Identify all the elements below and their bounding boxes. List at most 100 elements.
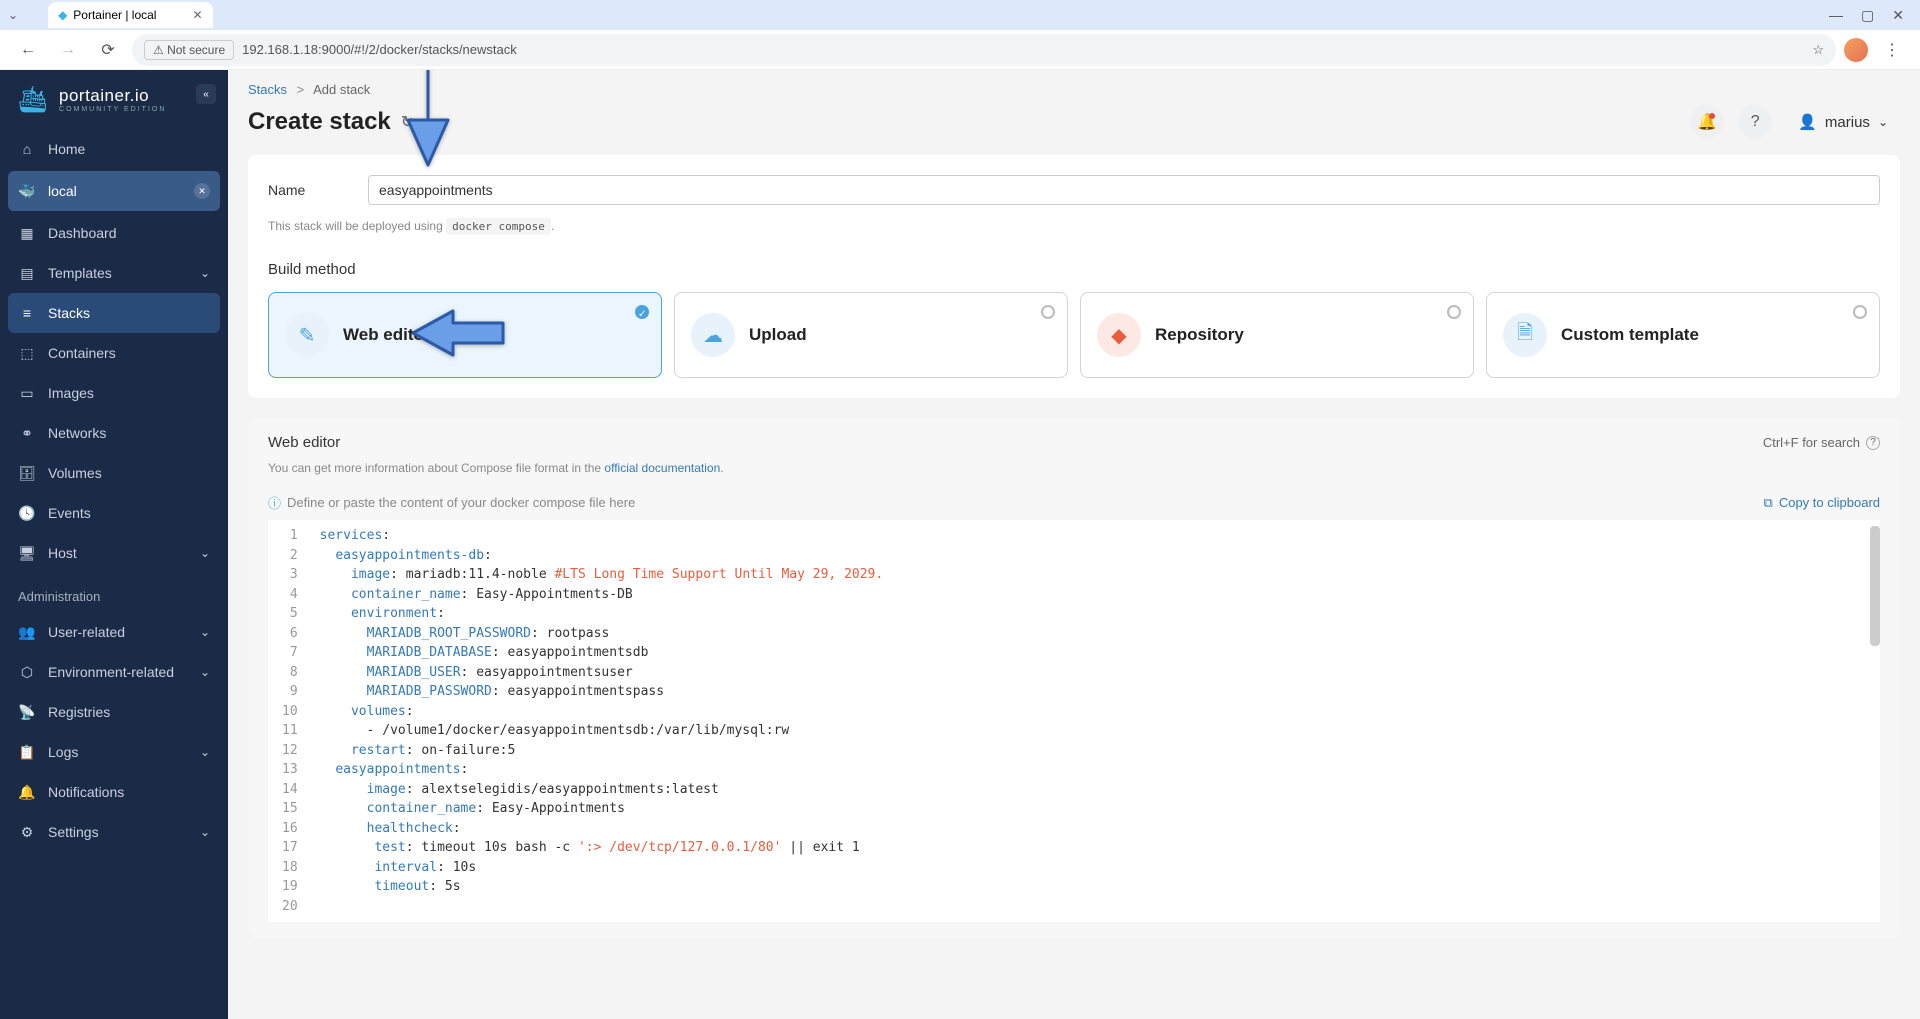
browser-chrome: ⌄ ◆ Portainer | local ✕ — ▢ ✕ xyxy=(0,0,1920,30)
sidebar-item-label: Home xyxy=(48,141,85,157)
sidebar-item-label: Registries xyxy=(48,704,110,720)
home-icon: ⌂ xyxy=(18,141,36,157)
settings-icon: ⚙ xyxy=(18,824,36,841)
sidebar-item-registries[interactable]: 📡 Registries xyxy=(0,692,228,732)
sidebar-item-user-related[interactable]: 👥User-related⌄ xyxy=(0,612,228,652)
build-method-custom-template[interactable]: 🗎 Custom template xyxy=(1486,292,1880,378)
browser-toolbar: ← → ⟳ ⚠ Not secure 192.168.1.18:9000/#!/… xyxy=(0,30,1920,70)
chevron-down-icon: ⌄ xyxy=(200,825,210,839)
not-secure-badge[interactable]: ⚠ Not secure xyxy=(144,40,234,60)
sidebar-item-label: Notifications xyxy=(48,784,124,800)
env-icon: ⬡ xyxy=(18,664,36,681)
sidebar-item-label: Host xyxy=(48,545,77,561)
sidebar-item-settings[interactable]: ⚙ Settings ⌄ xyxy=(0,812,228,852)
method-label: Custom template xyxy=(1561,325,1699,345)
code-content[interactable]: services: easyappointments-db: image: ma… xyxy=(312,520,1880,922)
template-icon: 🗎 xyxy=(1503,313,1547,357)
sidebar-item-label: Settings xyxy=(48,824,99,840)
help-icon: ? xyxy=(1751,113,1760,131)
images-icon: ▭ xyxy=(18,385,36,402)
sidebar-item-volumes[interactable]: 🗄Volumes xyxy=(0,453,228,493)
notifications-button[interactable]: 🔔 xyxy=(1690,105,1724,139)
registries-icon: 📡 xyxy=(18,704,36,721)
sidebar-item-label: Dashboard xyxy=(48,225,117,241)
url-bar[interactable]: ⚠ Not secure 192.168.1.18:9000/#!/2/dock… xyxy=(132,34,1836,66)
window-minimize-icon[interactable]: — xyxy=(1829,7,1843,24)
sidebar-item-label: Networks xyxy=(48,425,106,441)
reload-button[interactable]: ⟳ xyxy=(92,34,124,66)
window-maximize-icon[interactable]: ▢ xyxy=(1861,7,1874,24)
tab-dropdown-icon[interactable]: ⌄ xyxy=(8,8,18,22)
breadcrumb-root[interactable]: Stacks xyxy=(248,82,287,97)
sidebar-item-dashboard[interactable]: ▦Dashboard xyxy=(0,213,228,253)
official-docs-link[interactable]: official documentation xyxy=(604,461,720,475)
networks-icon: ⚭ xyxy=(18,425,36,442)
templates-icon: ▤ xyxy=(18,265,36,282)
radio-indicator xyxy=(1041,305,1055,319)
sidebar-item-label: Images xyxy=(48,385,94,401)
radio-indicator xyxy=(1447,305,1461,319)
sidebar-item-environment-related[interactable]: ⬡Environment-related⌄ xyxy=(0,652,228,692)
copy-to-clipboard-button[interactable]: ⧉ Copy to clipboard xyxy=(1764,495,1880,511)
help-button[interactable]: ? xyxy=(1738,105,1772,139)
bookmark-star-icon[interactable]: ☆ xyxy=(1812,42,1824,58)
breadcrumb-current: Add stack xyxy=(313,82,370,97)
copy-icon: ⧉ xyxy=(1764,495,1773,511)
code-editor[interactable]: 1234567891011121314151617181920 services… xyxy=(268,520,1880,922)
radio-indicator xyxy=(1853,305,1867,319)
sidebar-item-notifications[interactable]: 🔔Notifications xyxy=(0,772,228,812)
url-text: 192.168.1.18:9000/#!/2/docker/stacks/new… xyxy=(242,42,517,57)
sidebar-item-templates[interactable]: ▤Templates⌄ xyxy=(0,253,228,293)
portainer-favicon-icon: ◆ xyxy=(58,8,67,22)
volumes-icon: 🗄 xyxy=(18,465,36,482)
upload-icon: ☁ xyxy=(691,313,735,357)
user-icon: 👥 xyxy=(18,624,36,641)
browser-tab[interactable]: ◆ Portainer | local ✕ xyxy=(48,2,212,28)
web-editor-panel: Web editor Ctrl+F for search ? You can g… xyxy=(248,418,1900,938)
browser-menu-icon[interactable]: ⋮ xyxy=(1876,40,1908,60)
editor-scrollbar[interactable] xyxy=(1870,526,1880,646)
sidebar-item-images[interactable]: ▭ Images xyxy=(0,373,228,413)
sidebar-item-label: Environment-related xyxy=(48,664,174,680)
containers-icon: ⬚ xyxy=(18,345,36,362)
git-icon: ◆ xyxy=(1097,313,1141,357)
breadcrumb: Stacks > Add stack xyxy=(248,82,1900,97)
annotation-arrow-name-field xyxy=(393,70,463,180)
docker-icon: 🐳 xyxy=(18,183,36,200)
chevron-down-icon: ⌄ xyxy=(200,546,210,560)
sidebar-home[interactable]: ⌂ Home xyxy=(0,129,228,169)
sidebar-item-networks[interactable]: ⚭ Networks xyxy=(0,413,228,453)
sidebar: 🛳 portainer.io COMMUNITY EDITION « ⌂ Hom… xyxy=(0,70,228,1019)
method-label: Upload xyxy=(749,325,807,345)
user-name: marius xyxy=(1825,114,1870,131)
chevron-down-icon: ⌄ xyxy=(1878,115,1888,129)
radio-indicator xyxy=(635,305,649,319)
sidebar-item-host[interactable]: 🖥Host⌄ xyxy=(0,533,228,573)
annotation-arrow-web-editor xyxy=(408,305,508,366)
sidebar-item-logs[interactable]: 📋Logs⌄ xyxy=(0,732,228,772)
sidebar-collapse-button[interactable]: « xyxy=(196,84,216,104)
sidebar-item-events[interactable]: 🕓Events xyxy=(0,493,228,533)
user-menu[interactable]: 👤 marius ⌄ xyxy=(1786,107,1900,137)
close-env-icon[interactable]: ✕ xyxy=(194,183,210,199)
forward-button[interactable]: → xyxy=(52,34,84,66)
sidebar-environment-local[interactable]: 🐳 local ✕ xyxy=(8,171,220,211)
logs-icon: 📋 xyxy=(18,744,36,761)
build-method-repository[interactable]: ◆Repository xyxy=(1080,292,1474,378)
sidebar-header: 🛳 portainer.io COMMUNITY EDITION « xyxy=(0,70,228,129)
sidebar-item-label: User-related xyxy=(48,624,125,640)
back-button[interactable]: ← xyxy=(12,34,44,66)
tab-title: Portainer | local xyxy=(73,8,156,22)
help-icon: ? xyxy=(1866,436,1880,450)
editor-title: Web editor xyxy=(268,434,340,451)
close-tab-icon[interactable]: ✕ xyxy=(192,8,202,22)
logo-subtitle: COMMUNITY EDITION xyxy=(59,106,166,113)
stack-name-input[interactable] xyxy=(368,175,1880,205)
window-close-icon[interactable]: ✕ xyxy=(1892,7,1904,24)
sidebar-item-label: Stacks xyxy=(48,305,90,321)
sidebar-item-stacks[interactable]: ≡Stacks xyxy=(8,293,220,333)
page-title: Create stack xyxy=(248,108,391,136)
build-method-upload[interactable]: ☁ Upload xyxy=(674,292,1068,378)
sidebar-item-containers[interactable]: ⬚Containers xyxy=(0,333,228,373)
profile-avatar[interactable] xyxy=(1844,38,1868,62)
